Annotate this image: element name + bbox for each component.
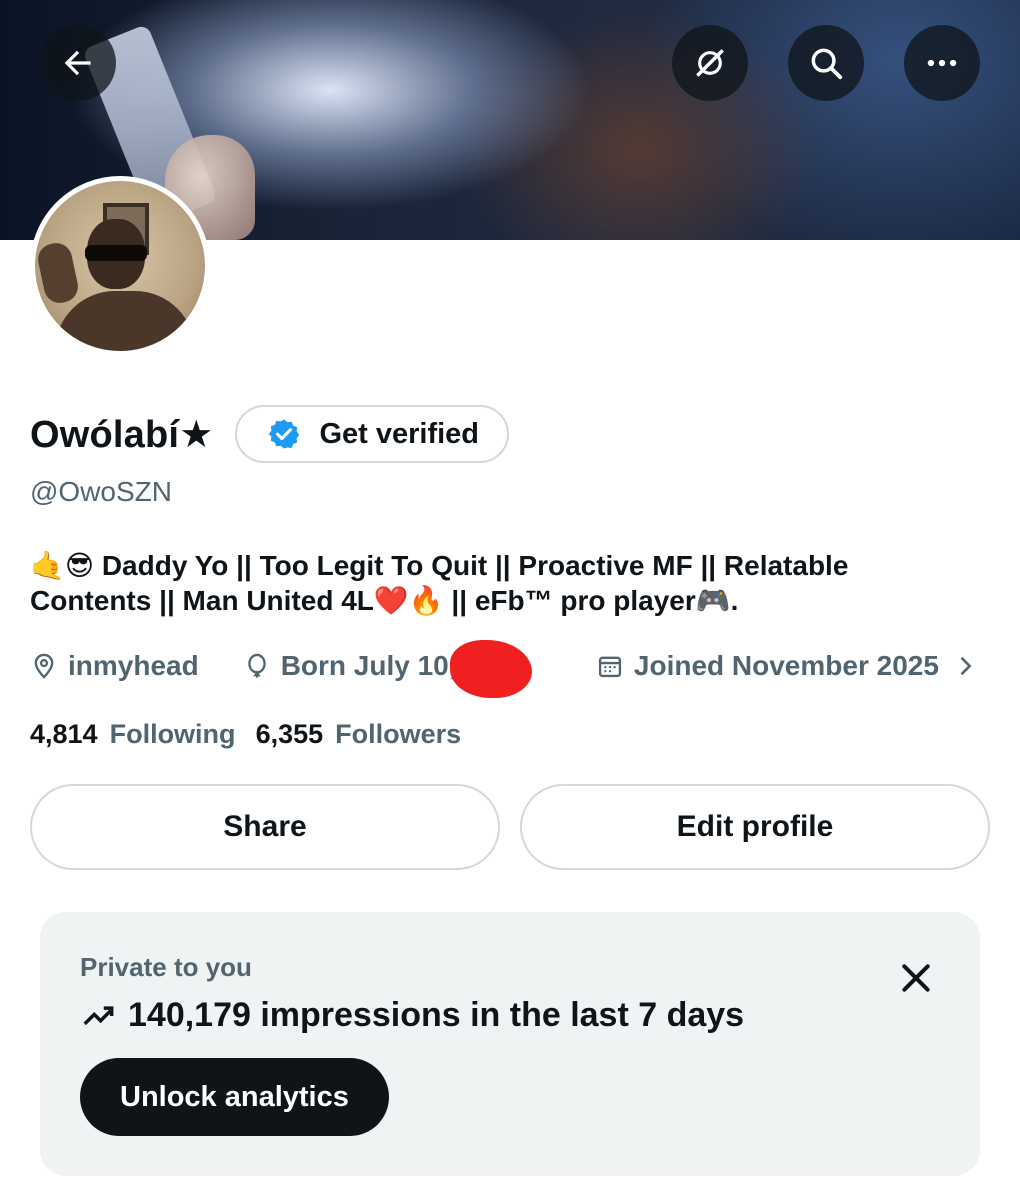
impressions-text: 140,179 impressions in the last 7 days	[128, 996, 745, 1034]
search-button[interactable]	[788, 25, 864, 101]
analytics-card: Private to you 140,179 impressions in th…	[40, 912, 980, 1176]
trending-up-icon	[83, 1005, 114, 1025]
private-label: Private to you	[80, 952, 252, 982]
unlock-analytics-button[interactable]: Unlock analytics	[80, 1058, 389, 1136]
follow-stats: 4,814 Following 6,355 Followers	[30, 714, 481, 754]
verified-badge-icon	[269, 419, 300, 449]
grok-button[interactable]	[672, 25, 748, 101]
share-button[interactable]: Share	[30, 784, 500, 870]
grok-icon	[696, 49, 724, 77]
following-label[interactable]: Following	[110, 719, 236, 750]
following-count[interactable]: 4,814	[30, 719, 98, 750]
joined-item[interactable]: Joined November 2025	[596, 650, 979, 682]
location-pin-icon	[34, 653, 54, 679]
back-button[interactable]	[40, 25, 116, 101]
more-button[interactable]	[904, 25, 980, 101]
profile-bio: 🤙😎 Daddy Yo || Too Legit To Quit || Proa…	[30, 548, 990, 618]
get-verified-label: Get verified	[319, 417, 480, 450]
calendar-icon	[598, 656, 621, 678]
edit-profile-label: Edit profile	[676, 810, 834, 843]
close-icon[interactable]	[896, 958, 936, 998]
location-item: inmyhead	[30, 650, 199, 682]
birthday-item: Born July 10, 2	[243, 650, 480, 682]
edit-profile-button[interactable]: Edit profile	[520, 784, 990, 870]
followers-label[interactable]: Followers	[335, 719, 461, 750]
bio-line: 🤙😎 Daddy Yo || Too Legit To Quit || Proa…	[30, 550, 849, 581]
search-icon	[811, 48, 843, 80]
avatar-body	[55, 291, 195, 351]
more-horizontal-icon	[927, 59, 957, 67]
avatar-arm	[35, 240, 81, 306]
avatar-sunglasses	[85, 245, 147, 261]
impressions-row: 140,179 impressions in the last 7 days	[80, 996, 744, 1035]
bio-line: Contents || Man United 4L❤️🔥 || eFb™ pro…	[30, 585, 739, 616]
balloon-icon	[247, 653, 266, 678]
chevron-right-icon	[960, 656, 972, 676]
get-verified-button[interactable]: Get verified	[235, 405, 510, 463]
followers-count[interactable]: 6,355	[256, 719, 324, 750]
joined-text: Joined November 2025	[633, 650, 939, 681]
avatar[interactable]	[30, 176, 210, 356]
display-name: Owólabí★	[30, 413, 214, 456]
arrow-left-icon	[64, 50, 91, 76]
location-text: inmyhead	[68, 650, 199, 681]
share-label: Share	[223, 810, 307, 843]
name-row: Owólabí★ Get verified	[30, 404, 510, 464]
profile-handle: @OwoSZN	[30, 476, 172, 507]
unlock-analytics-label: Unlock analytics	[120, 1080, 349, 1113]
